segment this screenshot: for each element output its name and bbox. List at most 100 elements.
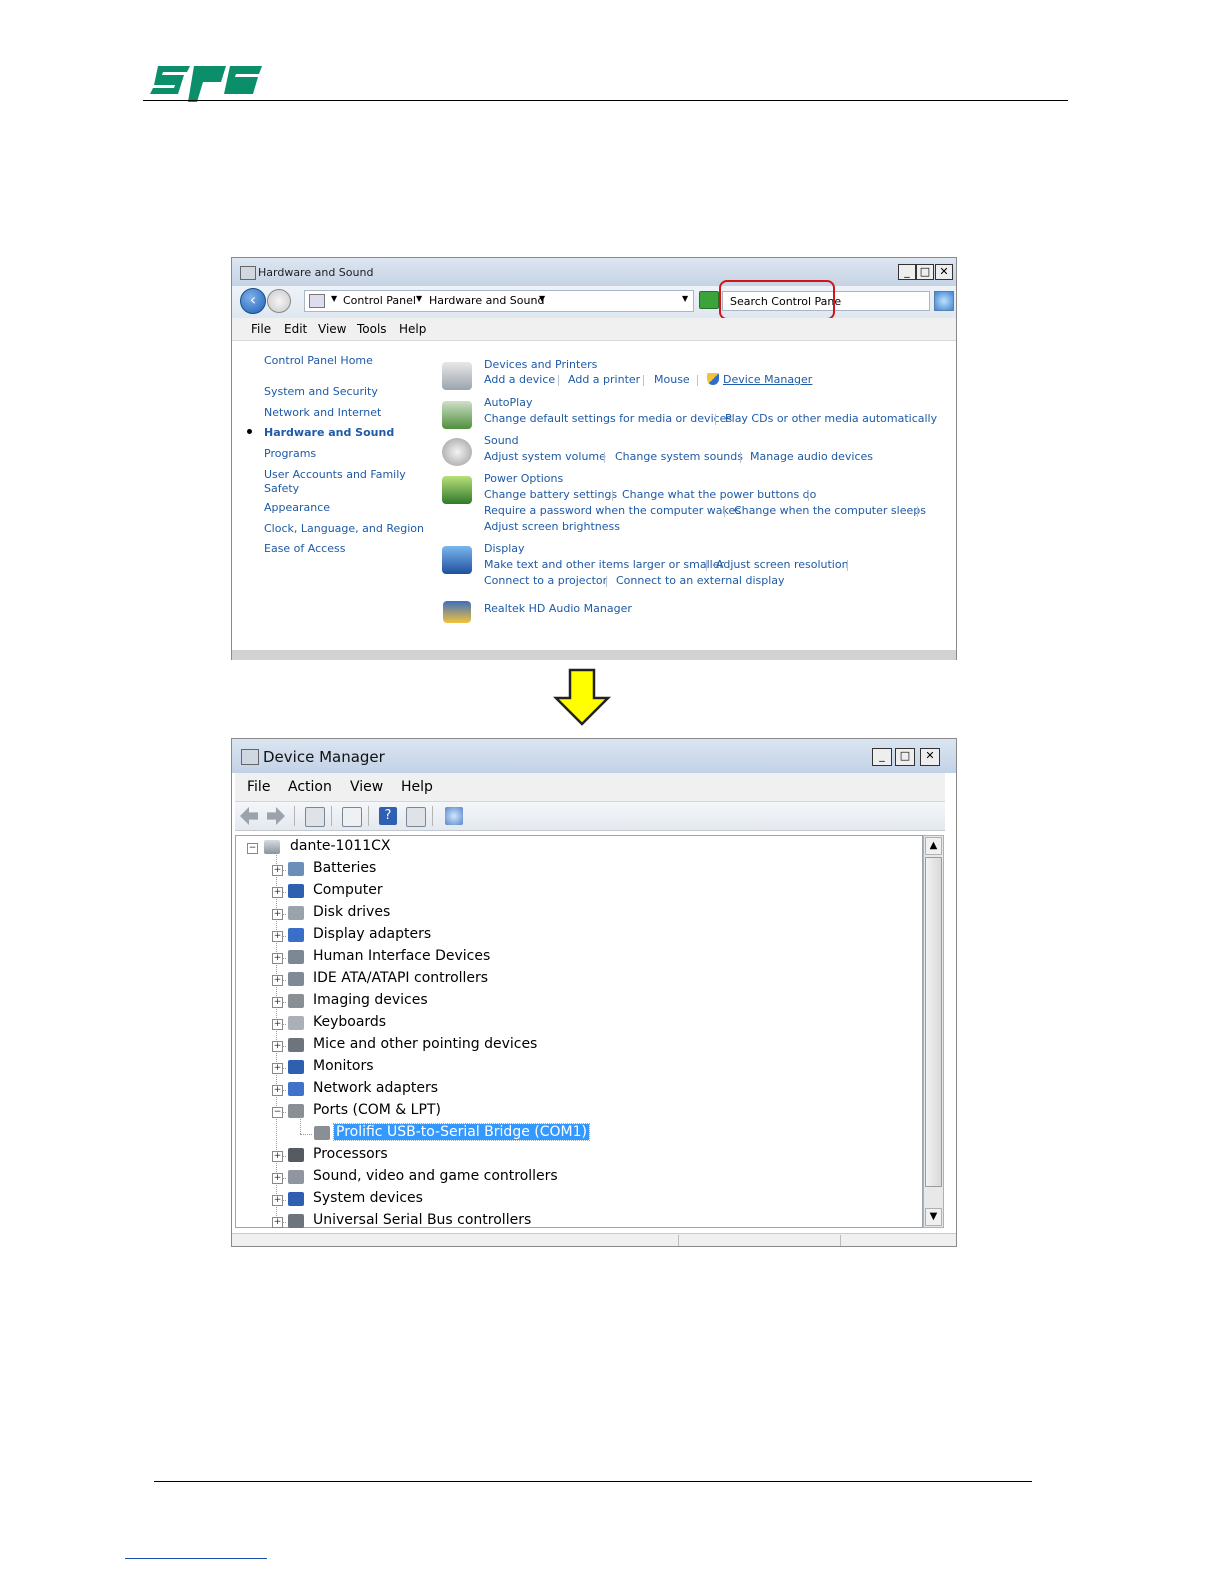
- add-printer-link[interactable]: Add a printer: [568, 373, 640, 386]
- menu-view[interactable]: View: [318, 322, 346, 336]
- sidebar-item-clock[interactable]: Clock, Language, and Region: [264, 522, 424, 535]
- properties-icon[interactable]: [305, 807, 325, 827]
- forward-icon[interactable]: [267, 807, 285, 825]
- monitor-icon: [288, 1060, 304, 1074]
- projector-link[interactable]: Connect to a projector: [484, 574, 607, 587]
- external-display-link[interactable]: Connect to an external display: [616, 574, 785, 587]
- screen-resolution-link[interactable]: Adjust screen resolution: [716, 558, 849, 571]
- scroll-up-icon[interactable]: ▲: [925, 837, 942, 855]
- computer-sleeps-link[interactable]: Change when the computer sleeps: [734, 504, 926, 517]
- sidebar-item-user-accounts[interactable]: User Accounts and Family: [264, 468, 406, 481]
- play-cds-link[interactable]: Play CDs or other media automatically: [725, 412, 937, 425]
- collapse-icon[interactable]: −: [247, 843, 258, 854]
- expand-icon[interactable]: +: [272, 1217, 283, 1228]
- port-icon: [314, 1126, 330, 1140]
- breadcrumb-item[interactable]: Control Panel: [343, 294, 416, 307]
- menu-edit[interactable]: Edit: [284, 322, 307, 336]
- tree-row-label: Human Interface Devices: [313, 948, 491, 964]
- autoplay-link[interactable]: Change default settings for media or dev…: [484, 412, 732, 425]
- menu-tools[interactable]: Tools: [357, 322, 387, 336]
- autoplay-title[interactable]: AutoPlay: [484, 396, 532, 409]
- refresh-icon[interactable]: [699, 291, 719, 309]
- minimize-button[interactable]: _: [872, 748, 892, 766]
- view-icon[interactable]: [406, 807, 426, 827]
- tree-row-label: Sound, video and game controllers: [313, 1168, 558, 1184]
- sidebar-item-system-security[interactable]: System and Security: [264, 385, 378, 398]
- collapse-icon[interactable]: −: [272, 1107, 283, 1118]
- computer-icon: [264, 840, 280, 854]
- show-hidden-icon[interactable]: [342, 807, 362, 827]
- expand-icon[interactable]: +: [272, 1085, 283, 1096]
- expand-icon[interactable]: +: [272, 953, 283, 964]
- scan-hardware-icon[interactable]: [445, 807, 463, 825]
- power-options-title[interactable]: Power Options: [484, 472, 563, 485]
- vertical-scrollbar[interactable]: ▲ ▼: [923, 835, 944, 1228]
- printer-icon: [442, 362, 472, 390]
- maximize-button[interactable]: □: [895, 748, 915, 766]
- screen-brightness-link[interactable]: Adjust screen brightness: [484, 520, 620, 533]
- power-buttons-link[interactable]: Change what the power buttons do: [622, 488, 816, 501]
- chevron-down-icon[interactable]: ▼: [682, 294, 688, 303]
- manage-audio-link[interactable]: Manage audio devices: [750, 450, 873, 463]
- realtek-title[interactable]: Realtek HD Audio Manager: [484, 602, 632, 615]
- device-manager-link[interactable]: Device Manager: [723, 373, 812, 386]
- battery-settings-link[interactable]: Change battery settings: [484, 488, 617, 501]
- sidebar-item-user-accounts-cont[interactable]: Safety: [264, 482, 299, 495]
- change-sounds-link[interactable]: Change system sounds: [615, 450, 743, 463]
- expand-icon[interactable]: +: [272, 975, 283, 986]
- sidebar-item-hardware-sound[interactable]: Hardware and Sound: [264, 426, 394, 439]
- expand-icon[interactable]: +: [272, 865, 283, 876]
- add-device-link[interactable]: Add a device: [484, 373, 555, 386]
- active-bullet: [247, 429, 252, 434]
- expand-icon[interactable]: +: [272, 1019, 283, 1030]
- tree-row-label: Imaging devices: [313, 992, 428, 1008]
- expand-icon[interactable]: +: [272, 1151, 283, 1162]
- mouse-icon: [288, 1038, 304, 1052]
- devices-printers-title[interactable]: Devices and Printers: [484, 358, 597, 371]
- display-title[interactable]: Display: [484, 542, 525, 555]
- control-panel-icon: [240, 266, 256, 280]
- sidebar-item-programs[interactable]: Programs: [264, 447, 316, 460]
- close-button[interactable]: ✕: [920, 748, 940, 766]
- breadcrumb[interactable]: ▼ Control Panel ▼ Hardware and Sound ▼ ▼: [304, 290, 694, 312]
- minimize-button[interactable]: _: [898, 264, 916, 280]
- back-icon[interactable]: [240, 807, 258, 825]
- scroll-thumb[interactable]: [925, 857, 942, 1187]
- expand-icon[interactable]: +: [272, 1041, 283, 1052]
- require-password-link[interactable]: Require a password when the computer wak…: [484, 504, 741, 517]
- back-button[interactable]: ‹: [240, 288, 266, 314]
- sidebar-item-network[interactable]: Network and Internet: [264, 406, 381, 419]
- tree-row-label: Display adapters: [313, 926, 432, 942]
- mouse-link[interactable]: Mouse: [654, 373, 690, 386]
- help-icon[interactable]: ?: [379, 807, 397, 825]
- expand-icon[interactable]: +: [272, 1195, 283, 1206]
- ide-icon: [288, 972, 304, 986]
- tree-row-label: Monitors: [313, 1058, 374, 1074]
- menu-action[interactable]: Action: [288, 779, 332, 795]
- menu-help[interactable]: Help: [399, 322, 426, 336]
- expand-icon[interactable]: +: [272, 909, 283, 920]
- close-button[interactable]: ✕: [935, 264, 953, 280]
- menu-file[interactable]: File: [251, 322, 271, 336]
- sidebar-home[interactable]: Control Panel Home: [264, 354, 373, 367]
- scroll-down-icon[interactable]: ▼: [925, 1208, 942, 1226]
- sidebar-item-ease-of-access[interactable]: Ease of Access: [264, 542, 345, 555]
- sidebar-item-appearance[interactable]: Appearance: [264, 501, 330, 514]
- expand-icon[interactable]: +: [272, 1173, 283, 1184]
- expand-icon[interactable]: +: [272, 1063, 283, 1074]
- menu-help[interactable]: Help: [401, 779, 433, 795]
- menu-file[interactable]: File: [247, 779, 270, 795]
- expand-icon[interactable]: +: [272, 887, 283, 898]
- forward-button[interactable]: [267, 289, 291, 313]
- breadcrumb-item[interactable]: Hardware and Sound: [429, 294, 544, 307]
- sound-title[interactable]: Sound: [484, 434, 519, 447]
- menu-view[interactable]: View: [350, 779, 383, 795]
- expand-icon[interactable]: +: [272, 997, 283, 1008]
- search-icon[interactable]: [934, 291, 954, 311]
- maximize-button[interactable]: □: [916, 264, 934, 280]
- expand-icon[interactable]: +: [272, 931, 283, 942]
- title-bar: Hardware and Sound _ □ ✕: [232, 258, 956, 286]
- adjust-volume-link[interactable]: Adjust system volume: [484, 450, 606, 463]
- text-size-link[interactable]: Make text and other items larger or smal…: [484, 558, 724, 571]
- tree-root-label: dante-1011CX: [290, 838, 391, 854]
